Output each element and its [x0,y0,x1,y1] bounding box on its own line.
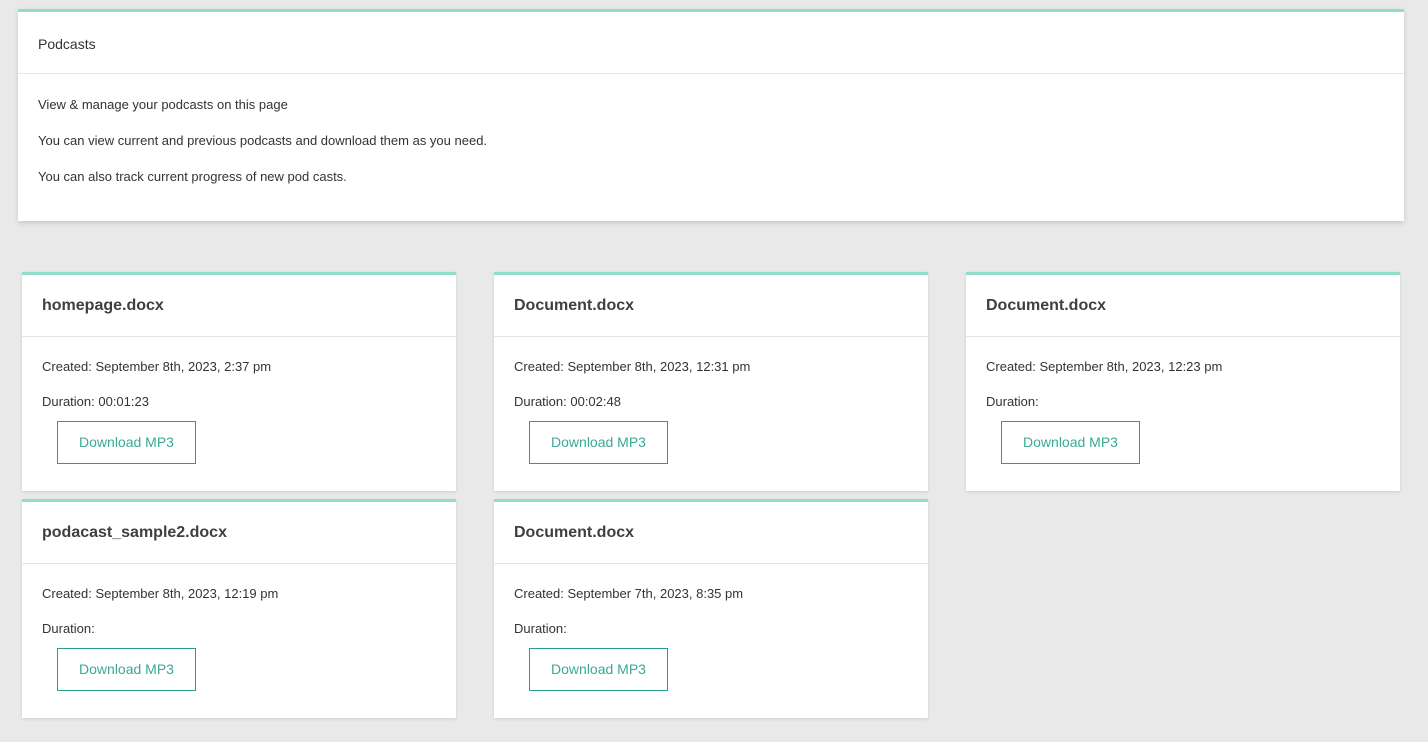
info-line: You can view current and previous podcas… [38,133,488,148]
page-title: Podcasts [18,12,1404,74]
download-mp3-button[interactable]: Download MP3 [529,421,668,464]
download-mp3-button[interactable]: Download MP3 [1001,421,1140,464]
podcast-title: Document.docx [494,502,928,564]
download-mp3-button[interactable]: Download MP3 [529,648,668,691]
podcast-card: Document.docx Created: September 7th, 20… [494,499,928,718]
download-mp3-button[interactable]: Download MP3 [57,421,196,464]
podcast-title: Document.docx [494,275,928,337]
podcast-card: podacast_sample2.docx Created: September… [22,499,456,718]
duration: Duration: [514,621,567,636]
created-date: Created: September 7th, 2023, 8:35 pm [514,586,744,601]
podcast-title: homepage.docx [22,275,456,337]
podcast-card: homepage.docx Created: September 8th, 20… [22,272,456,491]
info-line: You can also track current progress of n… [38,169,347,184]
podcasts-info-panel: Podcasts View & manage your podcasts on … [18,9,1404,221]
podcast-title: Document.docx [966,275,1400,337]
podcast-title: podacast_sample2.docx [22,502,456,564]
created-date: Created: September 8th, 2023, 2:37 pm [42,359,272,374]
info-panel-body: View & manage your podcasts on this page… [18,74,1404,185]
duration: Duration: 00:02:48 [514,394,621,409]
info-line: View & manage your podcasts on this page [38,97,288,112]
duration: Duration: [42,621,95,636]
created-date: Created: September 8th, 2023, 12:19 pm [42,586,279,601]
podcast-card: Document.docx Created: September 8th, 20… [966,272,1400,491]
podcast-card: Document.docx Created: September 8th, 20… [494,272,928,491]
download-mp3-button[interactable]: Download MP3 [57,648,196,691]
duration: Duration: [986,394,1039,409]
duration: Duration: 00:01:23 [42,394,149,409]
created-date: Created: September 8th, 2023, 12:31 pm [514,359,751,374]
created-date: Created: September 8th, 2023, 12:23 pm [986,359,1223,374]
